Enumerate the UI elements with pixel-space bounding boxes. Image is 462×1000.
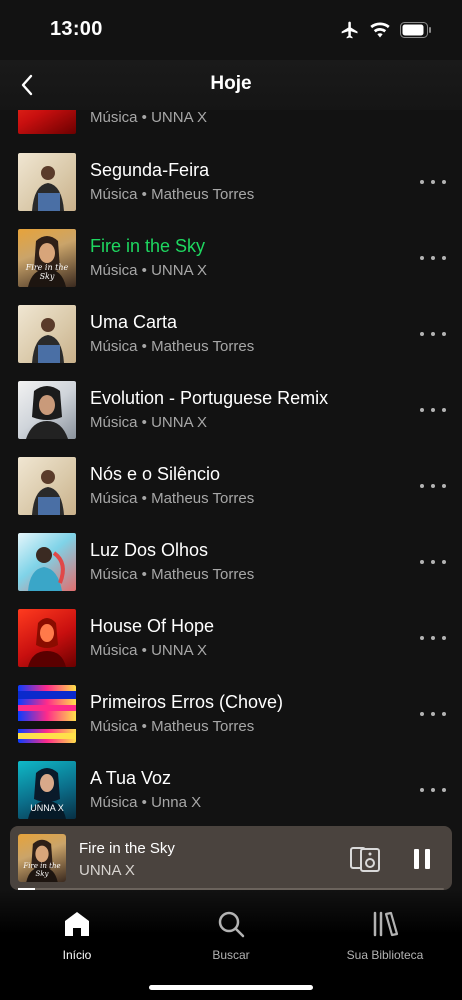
tab-search[interactable]: Buscar — [171, 908, 291, 962]
wifi-icon — [370, 22, 390, 38]
battery-icon — [400, 22, 431, 38]
track-title: A Tua Voz — [90, 768, 172, 788]
album-art — [18, 533, 76, 591]
tab-label: Início — [62, 948, 92, 962]
album-art — [18, 609, 76, 667]
now-playing-art: Fire in the Sky — [18, 834, 66, 882]
now-playing-art-caption: Fire in the Sky — [23, 862, 61, 878]
album-art — [18, 381, 76, 439]
track-title: Segunda-Feira — [90, 160, 210, 180]
album-art: UNNA X — [18, 761, 76, 819]
track-row[interactable]: Música • UNNA X — [0, 110, 462, 152]
album-art: Fire in the Sky — [18, 229, 76, 287]
more-options-button[interactable] — [420, 703, 446, 725]
track-subtitle: Música • Matheus Torres — [90, 338, 255, 355]
connect-device-button[interactable] — [350, 846, 380, 872]
tab-library[interactable]: Sua Biblioteca — [325, 908, 445, 962]
airplane-icon — [341, 21, 358, 39]
more-options-button[interactable] — [420, 323, 446, 345]
more-options-button[interactable] — [420, 399, 446, 421]
mini-player[interactable]: Fire in the Sky Fire in the Sky UNNA X — [10, 826, 452, 890]
home-icon — [65, 912, 89, 936]
track-row[interactable]: Nós e o Silêncio Música • Matheus Torres — [0, 457, 462, 533]
track-row[interactable]: Evolution - Portuguese Remix Música • UN… — [0, 381, 462, 457]
track-subtitle: Música • Matheus Torres — [90, 186, 255, 203]
more-options-button[interactable] — [420, 627, 446, 649]
track-subtitle: Música • Matheus Torres — [90, 718, 255, 735]
now-playing-artist: UNNA X — [79, 862, 135, 879]
status-icons — [340, 20, 432, 40]
track-row[interactable]: Uma Carta Música • Matheus Torres — [0, 305, 462, 381]
track-title: House Of Hope — [90, 616, 215, 636]
album-art — [18, 110, 76, 134]
track-row[interactable]: Fire in the Sky Fire in the Sky Música •… — [0, 229, 462, 305]
album-art — [18, 305, 76, 363]
tab-label: Sua Biblioteca — [346, 948, 424, 962]
track-row[interactable]: UNNA X A Tua Voz Música • Unna X — [0, 761, 462, 828]
playback-progress-bar[interactable] — [18, 888, 444, 890]
track-subtitle: Música • UNNA X — [90, 262, 207, 279]
album-art — [18, 153, 76, 211]
track-title: Evolution - Portuguese Remix — [90, 388, 329, 408]
status-bar: 13:00 — [0, 0, 462, 60]
track-title: Luz Dos Olhos — [90, 540, 209, 560]
search-icon — [218, 911, 245, 938]
more-options-button[interactable] — [420, 475, 446, 497]
more-options-button[interactable] — [420, 247, 446, 269]
track-title: Uma Carta — [90, 312, 178, 332]
track-subtitle: Música • UNNA X — [90, 110, 207, 126]
track-subtitle: Música • Unna X — [90, 794, 202, 811]
status-time: 13:00 — [50, 18, 103, 40]
track-row[interactable]: Segunda-Feira Música • Matheus Torres — [0, 153, 462, 229]
album-art-caption: Fire in the Sky — [25, 263, 69, 281]
bottom-tab-bar: Início Buscar Sua Biblioteca — [0, 890, 462, 1000]
track-list: Música • UNNA X Segunda-Feira Música • M… — [0, 110, 462, 828]
track-subtitle: Música • Matheus Torres — [90, 490, 255, 507]
more-options-button[interactable] — [420, 551, 446, 573]
album-art-caption: UNNA X — [30, 803, 64, 813]
home-indicator — [149, 985, 313, 990]
album-art — [18, 457, 76, 515]
more-options-button[interactable] — [420, 171, 446, 193]
tab-label: Buscar — [212, 948, 250, 962]
track-subtitle: Música • Matheus Torres — [90, 566, 255, 583]
library-icon — [373, 911, 399, 937]
track-row[interactable]: Primeiros Erros (Chove) Música • Matheus… — [0, 685, 462, 761]
album-art — [18, 685, 76, 743]
page-header: Hoje — [0, 60, 462, 110]
more-options-button[interactable] — [420, 779, 446, 801]
track-subtitle: Música • UNNA X — [90, 414, 207, 431]
track-title: Fire in the Sky — [90, 236, 206, 256]
track-row[interactable]: House Of Hope Música • UNNA X — [0, 609, 462, 685]
speaker-device-icon — [350, 847, 380, 872]
more-options-button[interactable] — [420, 110, 446, 116]
track-title: Primeiros Erros (Chove) — [90, 692, 284, 712]
track-subtitle: Música • UNNA X — [90, 642, 207, 659]
track-title: Nós e o Silêncio — [90, 464, 221, 484]
pause-button[interactable] — [412, 848, 432, 870]
now-playing-title: Fire in the Sky — [79, 840, 175, 857]
playback-progress-fill — [18, 888, 36, 890]
page-title: Hoje — [210, 73, 252, 94]
tab-home[interactable]: Início — [17, 908, 137, 962]
pause-icon — [414, 849, 430, 869]
track-row[interactable]: Luz Dos Olhos Música • Matheus Torres — [0, 533, 462, 609]
